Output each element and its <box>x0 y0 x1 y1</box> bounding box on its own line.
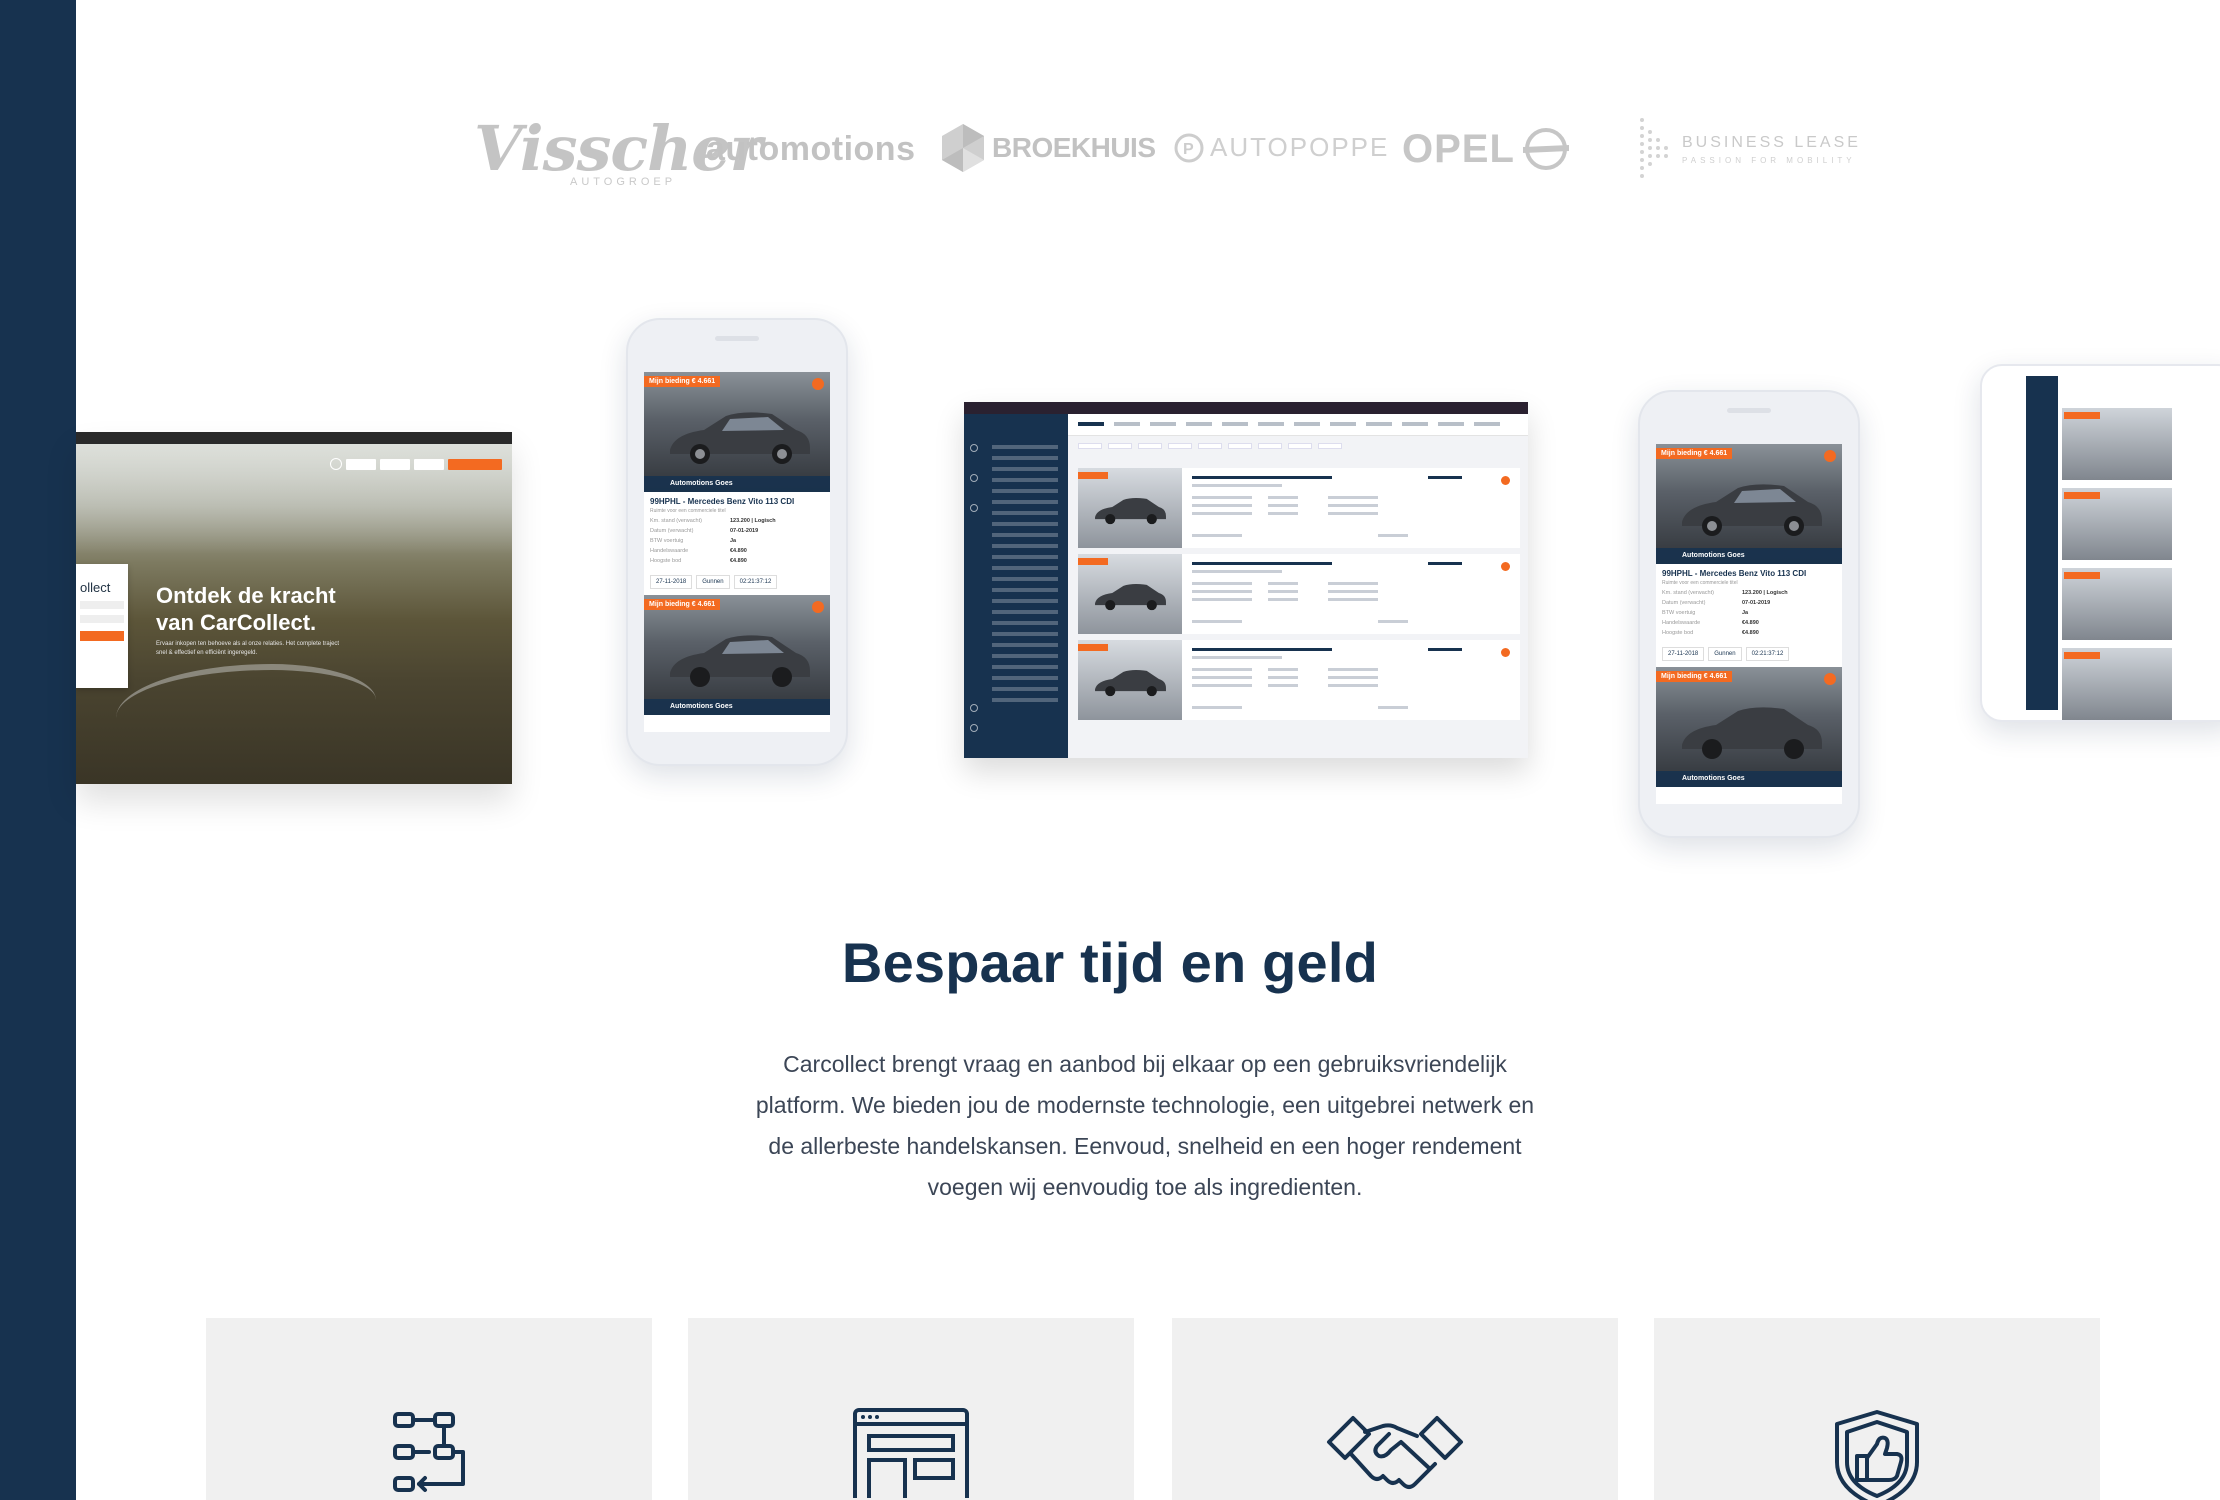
favorite-icon <box>1824 673 1836 685</box>
bid-badge: Mijn bieding € 4.661 <box>644 376 721 387</box>
feature-card <box>1172 1318 1618 1500</box>
nav-button <box>414 458 444 470</box>
automotions-logo: automotions <box>706 130 916 168</box>
page: Visscher AUTOGROEP automotions BROEKHUIS… <box>0 0 2220 1500</box>
business-lease-dots-icon <box>1640 118 1668 178</box>
left-accent-bar <box>0 0 76 1500</box>
flow-icon <box>393 1412 465 1492</box>
hero-headline: Ontdek de kracht van CarCollect. <box>156 583 336 635</box>
favorite-icon <box>812 601 824 613</box>
dashboard-filters <box>1068 438 1528 454</box>
listing-image: Mijn bieding € 4.661 Automotions Goes <box>644 372 830 492</box>
autopoppe-logo: P AUTOPOPPE <box>1174 132 1389 163</box>
broekhuis-logo: BROEKHUIS <box>940 122 1156 174</box>
opel-bolt-icon <box>1522 128 1569 170</box>
car-icon <box>1682 707 1822 759</box>
shield-thumbs-up-icon <box>1835 1410 1919 1500</box>
phone-screen: Mijn bieding € 4.661 Automotions Goes 99… <box>644 372 830 732</box>
phone-screen: Mijn bieding € 4.661 Automotions Goes 99… <box>1656 444 1842 804</box>
autopoppe-p-icon: P <box>1174 133 1204 162</box>
listing-image: Mijn bieding € 4.661 Automotions Goes <box>1656 444 1842 564</box>
car-icon <box>1095 670 1166 697</box>
broekhuis-hex-icon <box>942 124 984 172</box>
car-icon <box>1095 498 1166 525</box>
section-title: Bespaar tijd en geld <box>841 931 1379 994</box>
tablet-sidebar <box>2026 376 2058 710</box>
feature-card <box>688 1318 1134 1500</box>
listing-image: Mijn bieding € 4.661 Automotions Goes <box>644 595 830 715</box>
phone-screenshot-right: Mijn bieding € 4.661 Automotions Goes 99… <box>1638 390 1860 838</box>
car-icon <box>670 412 810 464</box>
nav-button <box>346 458 376 470</box>
window-bar <box>76 432 512 444</box>
phone-screenshot-left: Mijn bieding € 4.661 Automotions Goes 99… <box>626 318 848 766</box>
dashboard-listing <box>1078 468 1520 548</box>
tablet-listing <box>2062 408 2220 720</box>
listing-image: Mijn bieding € 4.661 Automotions Goes <box>1656 667 1842 787</box>
svg-text:P: P <box>1183 141 1194 158</box>
login-box: ollect <box>76 564 128 688</box>
car-icon <box>1095 584 1166 611</box>
laptop-screenshot-landing: ollect Ontdek de kracht van CarCollect. … <box>76 432 512 784</box>
feature-card <box>1654 1318 2100 1500</box>
car-icon <box>670 635 810 687</box>
hero-subtext: Ervaar inkopen ten behoeve als al onze r… <box>156 641 340 656</box>
listing-footer: 27-11-2018 Gunnen 02:21:37:12 <box>1656 641 1842 667</box>
nav-button <box>380 458 410 470</box>
browser-window-icon <box>853 1408 969 1498</box>
favorite-icon <box>1824 450 1836 462</box>
dashboard-listing <box>1078 640 1520 720</box>
business-lease-logo: BUSINESS LEASE PASSION FOR MOBILITY <box>1634 114 1861 184</box>
favorite-icon <box>812 378 824 390</box>
dealer-label: Automotions Goes <box>644 476 830 492</box>
tablet-screenshot <box>1980 364 2220 722</box>
nav-cta-button <box>448 458 502 470</box>
listing-info: 99HPHL - Mercedes Benz Vito 113 CDI Ruim… <box>1662 569 1807 636</box>
handshake-icon <box>1327 1416 1463 1489</box>
dashboard-sidebar <box>964 414 1068 758</box>
listing-footer: 27-11-2018 Gunnen 02:21:37:12 <box>644 569 830 595</box>
car-icon <box>1682 484 1822 536</box>
dashboard-tabs <box>1068 414 1528 436</box>
listing-info: 99HPHL - Mercedes Benz Vito 113 CDI Ruim… <box>650 497 795 564</box>
section-body: Carcollect brengt vraag en aanbod bij el… <box>755 1051 1535 1200</box>
desktop-screenshot-dashboard <box>964 402 1528 758</box>
opel-logo: OPEL <box>1402 126 1569 172</box>
hero-image: ollect Ontdek de kracht van CarCollect. … <box>76 444 512 784</box>
client-logos: Visscher AUTOGROEP automotions BROEKHUIS… <box>470 108 1870 198</box>
hero-nav <box>330 458 502 470</box>
feature-card <box>206 1318 652 1500</box>
user-icon <box>330 458 342 470</box>
dashboard-listing <box>1078 554 1520 634</box>
